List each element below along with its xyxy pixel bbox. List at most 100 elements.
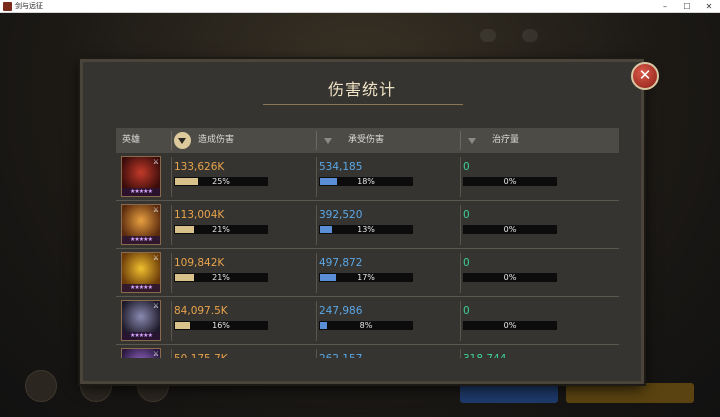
column-damage-dealt[interactable]: 造成伤害 [198,128,234,153]
taken-value: 392,520 [319,209,363,221]
column-divider [460,301,461,341]
damage-stats-dialog: 伤害统计 英雄 造成伤害 承受伤害 治疗量 ⚔ ★★★★★ 133,626K 25% 5… [80,59,644,384]
hero-portrait[interactable]: ⚔ ★★★★★ [121,156,161,197]
header-divider [316,131,317,150]
dialog-title: 伤害统计 [327,80,396,99]
column-divider [171,205,172,245]
taken-bar: 18% [319,177,413,186]
column-divider [460,205,461,245]
damage-percent: 25% [212,177,230,186]
window-titlebar: 剑与远征 – ☐ ✕ [0,0,720,13]
hero-class-icon: ⚔ [152,254,159,262]
column-divider [171,301,172,341]
taken-percent: 13% [357,225,375,234]
window-title: 剑与远征 [15,2,43,10]
column-divider [171,157,172,197]
column-divider [171,349,172,358]
hero-class-icon: ⚔ [152,158,159,166]
hero-portrait[interactable]: ⚔ ★★★★★ [121,300,161,341]
column-damage-taken[interactable]: 承受伤害 [348,128,384,153]
stats-table-header: 英雄 造成伤害 承受伤害 治疗量 [116,128,619,153]
hero-portrait[interactable]: ⚔ ★★★★★ [121,252,161,293]
minimize-button[interactable]: – [654,0,676,13]
taken-value: 247,986 [319,305,363,317]
column-divider [316,349,317,358]
column-healing[interactable]: 治疗量 [492,128,519,153]
column-divider [316,205,317,245]
damage-value: 50,175.7K [174,353,228,358]
heal-value: 0 [463,305,470,317]
hero-star-rating: ★★★★★ [122,284,160,292]
table-row[interactable]: ⚔ ★★★★★ 113,004K 21% 392,520 13% 0 0% [116,201,619,249]
background-pill [480,29,496,42]
heal-percent: 0% [503,177,517,186]
damage-value: 133,626K [174,161,225,173]
app-icon [3,1,12,11]
heal-bar: 0% [463,225,557,234]
background-top-bar [480,29,538,42]
damage-bar: 25% [174,177,268,186]
damage-bar: 16% [174,321,268,330]
column-divider [460,253,461,293]
taken-percent: 17% [357,273,375,282]
stats-table-body[interactable]: ⚔ ★★★★★ 133,626K 25% 534,185 18% 0 0% ⚔ ★★★★★ 113,… [116,153,619,358]
column-divider [171,253,172,293]
background-menu-tile [25,370,57,402]
background-blue-button [460,383,558,403]
background-pill [522,29,538,42]
heal-percent: 0% [503,321,517,330]
damage-value: 84,097.5K [174,305,228,317]
heal-bar: 0% [463,177,557,186]
hero-star-rating: ★★★★★ [122,188,160,196]
taken-percent: 18% [357,177,375,186]
maximize-button[interactable]: ☐ [676,0,698,13]
heal-percent: 0% [503,225,517,234]
hero-class-icon: ⚔ [152,206,159,214]
game-view: 伤害统计 英雄 造成伤害 承受伤害 治疗量 ⚔ ★★★★★ 133,626K 25% 5… [0,13,720,417]
taken-percent: 8% [359,321,373,330]
taken-bar: 17% [319,273,413,282]
hero-class-icon: ⚔ [152,350,159,358]
table-row[interactable]: ⚔ ★★★★★ 133,626K 25% 534,185 18% 0 0% [116,153,619,201]
heal-bar: 0% [463,321,557,330]
heal-percent: 0% [503,273,517,282]
column-divider [316,301,317,341]
sort-desc-icon[interactable] [464,132,481,149]
column-divider [460,349,461,358]
heal-bar: 0% [463,273,557,282]
table-row[interactable]: ⚔ ★★★★★ 109,842K 21% 497,872 17% 0 0% [116,249,619,297]
sort-desc-icon[interactable] [320,132,337,149]
close-window-button[interactable]: ✕ [698,0,720,13]
column-divider [316,157,317,197]
header-divider [171,131,172,150]
heal-value: 0 [463,161,470,173]
sort-desc-icon[interactable] [174,132,191,149]
title-divider [263,104,463,105]
heal-value: 0 [463,257,470,269]
taken-value: 262,157 [319,353,362,358]
background-gold-button [566,383,694,403]
header-divider [460,131,461,150]
close-icon: ✕ [638,66,652,84]
taken-value: 534,185 [319,161,363,173]
table-row[interactable]: ⚔★★★★★ 50,175.7K 262,157 318,744 [116,345,619,358]
column-hero: 英雄 [122,135,141,145]
damage-percent: 16% [212,321,230,330]
damage-percent: 21% [212,273,230,282]
close-dialog-button[interactable]: ✕ [631,62,659,90]
hero-portrait[interactable]: ⚔ ★★★★★ [121,204,161,245]
heal-value: 318,744 [463,353,506,358]
hero-portrait[interactable]: ⚔★★★★★ [121,348,161,358]
taken-bar: 13% [319,225,413,234]
table-row[interactable]: ⚔ ★★★★★ 84,097.5K 16% 247,986 8% 0 0% [116,297,619,345]
column-divider [460,157,461,197]
damage-bar: 21% [174,273,268,282]
column-divider [316,253,317,293]
damage-value: 113,004K [174,209,225,221]
hero-star-rating: ★★★★★ [122,236,160,244]
hero-star-rating: ★★★★★ [122,332,160,340]
damage-value: 109,842K [174,257,225,269]
heal-value: 0 [463,209,470,221]
taken-value: 497,872 [319,257,363,269]
hero-class-icon: ⚔ [152,302,159,310]
